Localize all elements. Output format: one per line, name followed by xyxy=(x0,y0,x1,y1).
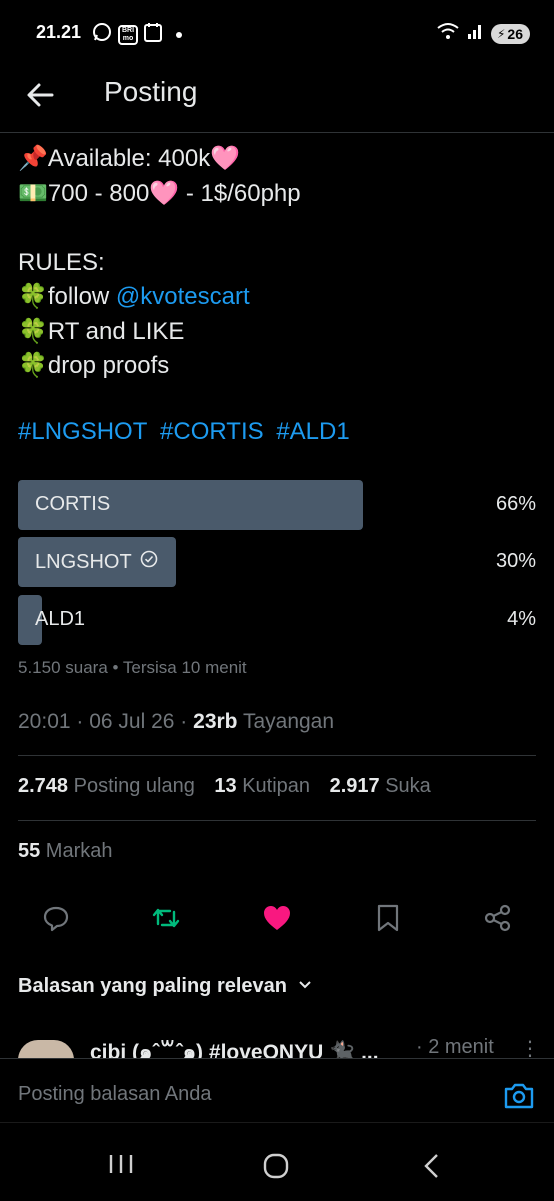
poll-option-percent: 30% xyxy=(495,550,536,572)
back-arrow-icon[interactable] xyxy=(24,78,58,112)
status-system-icons: ⚡ 26 xyxy=(437,22,530,45)
hashtag-link[interactable]: #ALD1 xyxy=(276,418,349,445)
bank-app-icon: BRI mo xyxy=(118,24,138,45)
divider xyxy=(18,755,536,756)
poll-option-label: CORTIS xyxy=(35,493,111,515)
quotes-stat[interactable]: 13 Kutipan xyxy=(214,775,310,797)
hashtag-row: #LNGSHOT #CORTIS #ALD1 xyxy=(18,418,356,446)
divider xyxy=(18,820,536,821)
tweet-line-available: 📌Available: 400k🩷 xyxy=(18,145,241,172)
poll-option: CORTIS 66% xyxy=(18,480,536,530)
views-count: 23rb xyxy=(193,710,238,733)
poll-votes-meta: 5.150 suara • Tersisa 10 menit xyxy=(18,658,247,677)
page-title: Posting xyxy=(104,76,198,107)
reply-author-name: cibi (๑ˆ꒳ˆ๑) #loveONYU 🐈‍⬛ ... xyxy=(90,1041,379,1058)
tweet-body: 📌Available: 400k🩷 💵700 - 800🩷 - 1$/60php … xyxy=(18,142,538,384)
calendar-icon xyxy=(144,22,162,47)
poll-option-percent: 4% xyxy=(507,608,536,630)
bookmarks-count: 55 xyxy=(18,840,41,862)
separator: · xyxy=(70,710,90,733)
nav-back-icon[interactable] xyxy=(422,1153,440,1184)
hashtag-link[interactable]: #LNGSHOT xyxy=(18,418,147,445)
likes-count: 2.917 xyxy=(329,775,380,797)
quotes-label: Kutipan xyxy=(236,775,311,797)
battery-level: 26 xyxy=(507,25,523,42)
reply-preview[interactable]: cibi (๑ˆ꒳ˆ๑) #loveONYU 🐈‍⬛ ... · 2 menit… xyxy=(0,1022,554,1058)
status-time: 21.21 xyxy=(36,22,82,42)
poll-option-label: LNGSHOT xyxy=(35,550,132,573)
separator: · xyxy=(174,710,194,733)
poll-option: LNGSHOT 30% xyxy=(18,537,536,587)
replies-sort-label: Balasan yang paling relevan xyxy=(18,975,287,997)
likes-stat[interactable]: 2.917 Suka xyxy=(330,775,431,797)
replies-sort-dropdown[interactable]: Balasan yang paling relevan xyxy=(18,975,313,998)
like-icon[interactable] xyxy=(259,900,295,936)
tweet-rules-title: RULES: xyxy=(18,248,105,276)
hashtag-link[interactable]: #CORTIS xyxy=(160,418,264,445)
views-label: Tayangan xyxy=(237,710,335,733)
poll-option-percent: 66% xyxy=(495,493,536,515)
status-bar: 21.21 BRI mo ⚡ 26 xyxy=(0,0,554,64)
home-icon[interactable] xyxy=(263,1153,289,1184)
tweet-rule-proofs: 🍀drop proofs xyxy=(18,352,170,379)
bookmarks-label: Markah xyxy=(40,840,113,862)
share-icon[interactable] xyxy=(480,900,516,936)
tweet-line-price: 💵700 - 800🩷 - 1$/60php xyxy=(18,179,301,207)
reply-composer: Posting balasan Anda xyxy=(0,1058,554,1123)
poll-option-label: ALD1 xyxy=(35,608,86,630)
tweet-time: 20:01 xyxy=(18,710,71,733)
bookmarks-stat[interactable]: 55 Markah xyxy=(18,840,113,863)
rule-follow-text: 🍀follow xyxy=(18,283,116,310)
reposts-label: Posting ulang xyxy=(68,775,195,797)
wifi-icon xyxy=(437,22,459,45)
top-header: Posting xyxy=(0,64,554,133)
camera-icon[interactable] xyxy=(502,1079,536,1113)
check-circle-icon xyxy=(140,550,158,574)
poll-option: ALD1 4% xyxy=(18,595,536,645)
reply-time: · 2 menit xyxy=(416,1036,494,1058)
repost-icon[interactable] xyxy=(148,900,184,936)
tweet-rule-follow: 🍀follow @kvotescart xyxy=(18,280,538,315)
tweet-rule-rt: 🍀RT and LIKE xyxy=(18,317,185,345)
quotes-count: 13 xyxy=(214,775,237,797)
avatar[interactable] xyxy=(18,1040,74,1058)
tweet-date: 06 Jul 26 xyxy=(89,710,175,733)
reposts-count: 2.748 xyxy=(18,775,69,797)
more-options-icon[interactable]: ⋮ xyxy=(520,1036,540,1058)
system-nav-bar xyxy=(0,1122,554,1201)
engagement-stats: 2.748 Posting ulang 13 Kutipan 2.917 Suk… xyxy=(18,775,431,798)
tweet-timestamp: 20:01 · 06 Jul 26 · 23rb Tayangan xyxy=(18,710,334,734)
status-notification-icons: BRI mo xyxy=(92,22,182,47)
chevron-down-icon xyxy=(297,975,313,998)
signal-icon xyxy=(467,23,483,44)
likes-label: Suka xyxy=(379,775,431,797)
reply-icon[interactable] xyxy=(38,900,74,936)
bookmark-icon[interactable] xyxy=(370,900,406,936)
recent-apps-icon[interactable] xyxy=(108,1153,134,1180)
mention-link[interactable]: @kvotescart xyxy=(116,283,250,310)
reposts-stat[interactable]: 2.748 Posting ulang xyxy=(18,775,195,797)
more-notifications-dot xyxy=(176,31,182,38)
reply-input[interactable]: Posting balasan Anda xyxy=(18,1083,212,1106)
whatsapp-icon xyxy=(92,22,112,47)
battery-icon: ⚡ 26 xyxy=(490,23,530,44)
